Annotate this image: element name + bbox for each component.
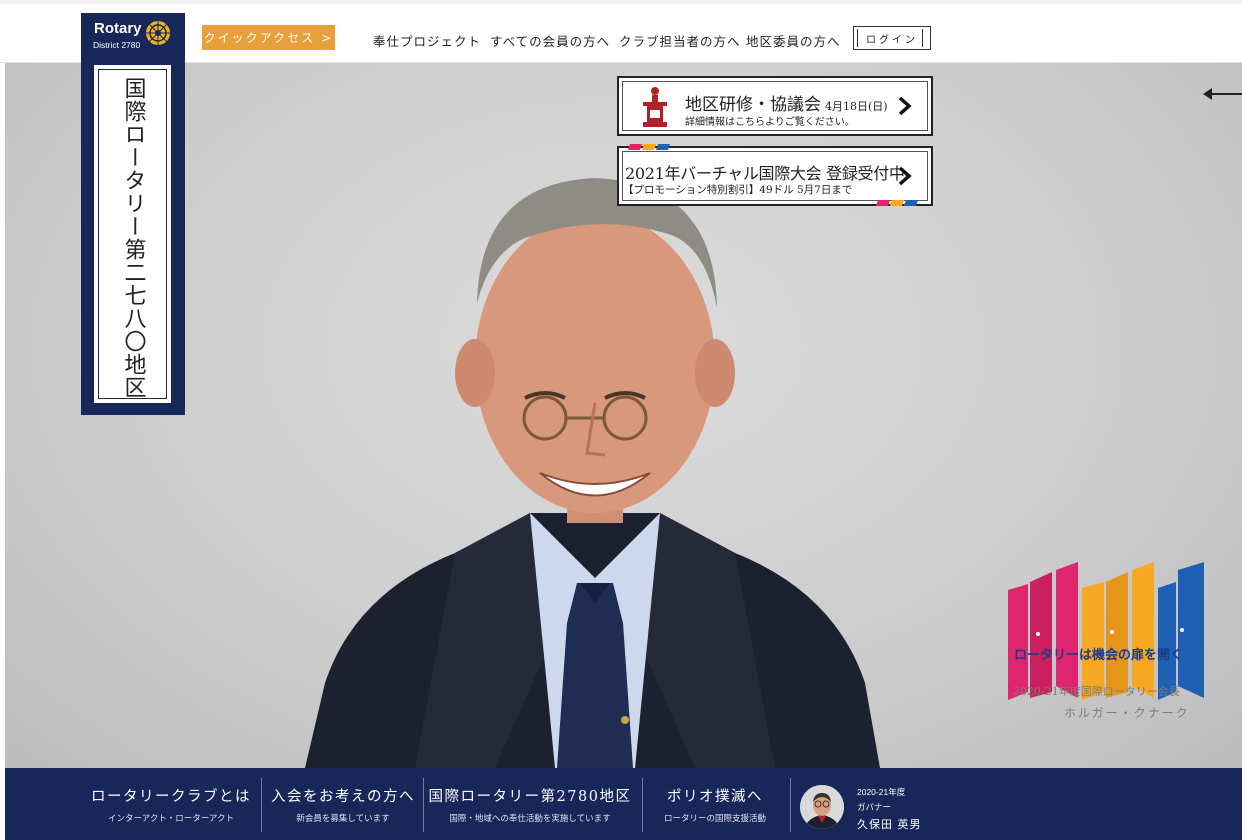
back-arrow-icon[interactable]: [1203, 88, 1242, 100]
announcement-title-text: 地区研修・協議会: [685, 95, 821, 115]
nav-link-service-projects[interactable]: 奉仕プロジェクト: [373, 31, 481, 50]
quick-access-label: クイックアクセス: [203, 31, 316, 45]
chevron-right-icon: [898, 96, 912, 116]
nav-link-all-members[interactable]: すべての会員の方へ: [490, 31, 610, 50]
announcement-card-virtual-convention[interactable]: 2021年バーチャル国際大会 登録受付中 【プロモーション特別割引】49ドル 5…: [617, 144, 933, 206]
footer-link-about-rotary[interactable]: ロータリークラブとは インターアクト・ローターアクト: [85, 768, 257, 840]
announcement-title: 地区研修・協議会 4月18日(日): [685, 90, 888, 115]
chevron-right-icon: [898, 166, 912, 186]
nav-link-district-committee[interactable]: 地区委員の方へ: [746, 31, 841, 50]
footer-link-district[interactable]: 国際ロータリー第2780地区 国際・地域への奉仕活動を実施しています: [425, 768, 635, 840]
footer-link-subtitle: 国際・地域への奉仕活動を実施しています: [449, 812, 611, 823]
podium-icon: [643, 87, 667, 127]
footer-divider: [642, 778, 643, 832]
governor-year: 2020-21年度: [857, 787, 906, 797]
footer-link-join[interactable]: 入会をお考えの方へ 新会員を募集しています: [265, 768, 421, 840]
color-stripe-decoration: [627, 144, 671, 150]
footer-divider: [423, 778, 424, 832]
announcement-title: 2021年バーチャル国際大会 登録受付中: [625, 164, 905, 183]
president-year: 2020-21年度国際ロータリー会長: [1013, 685, 1180, 698]
announcement-date: 4月18日(日): [825, 100, 888, 113]
chevron-right-icon: >: [321, 30, 334, 45]
logo-wordmark: Rotary: [94, 20, 142, 37]
governor-portrait: [800, 785, 844, 829]
browser-edge: [0, 0, 1242, 4]
color-stripe-decoration: [875, 200, 919, 206]
footer-navigation: ロータリークラブとは インターアクト・ローターアクト 入会をお考えの方へ 新会員…: [5, 768, 1242, 840]
governor-avatar[interactable]: [800, 785, 844, 829]
announcement-subtitle: 【プロモーション特別割引】49ドル 5月7日まで: [623, 184, 853, 196]
login-button[interactable]: ログイン: [853, 26, 931, 50]
campaign-doors-logo: [1008, 562, 1204, 700]
rotary-wheel-icon: [146, 21, 170, 45]
footer-divider: [261, 778, 262, 832]
footer-link-title: ポリオ撲滅へ: [667, 788, 763, 805]
footer-link-subtitle: 新会員を募集しています: [296, 812, 390, 823]
logo-district: District 2780: [93, 40, 141, 50]
governor-name: 久保田 英男: [857, 818, 922, 831]
president-name: ホルガー・クナーク: [1064, 706, 1190, 720]
quick-access-button[interactable]: クイックアクセス >: [202, 25, 335, 50]
vertical-title-banner: 国際ロータリー第二七八〇地区: [94, 65, 171, 403]
footer-link-polio[interactable]: ポリオ撲滅へ ロータリーの国際支援活動: [645, 768, 785, 840]
governor-role: ガバナー: [857, 802, 892, 812]
footer-divider: [790, 778, 791, 832]
nav-link-club-officers[interactable]: クラブ担当者の方へ: [619, 31, 741, 50]
login-label: ログイン: [866, 34, 918, 46]
vertical-title: 国際ロータリー第二七八〇地区: [120, 77, 146, 399]
footer-link-subtitle: ロータリーの国際支援活動: [663, 812, 766, 823]
announcement-subtitle: 詳細情報はこちらよりご覧ください。: [685, 117, 855, 128]
footer-link-title: ロータリークラブとは: [91, 788, 251, 805]
footer-link-subtitle: インターアクト・ローターアクト: [108, 812, 234, 823]
announcement-card-district-assembly[interactable]: 地区研修・協議会 4月18日(日) 詳細情報はこちらよりご覧ください。: [617, 76, 933, 136]
president-portrait: [305, 178, 880, 768]
footer-link-title: 国際ロータリー第2780地区: [428, 788, 632, 805]
top-navigation: クイックアクセス > 奉仕プロジェクト すべての会員の方へ クラブ担当者の方へ …: [0, 0, 1242, 63]
rotary-logo-banner[interactable]: Rotary District 2780 国際ロータリー第二七八〇地区: [81, 13, 185, 415]
campaign-slogan: ロータリーは機会の扉を開く: [1014, 647, 1184, 662]
footer-link-title: 入会をお考えの方へ: [271, 788, 415, 805]
